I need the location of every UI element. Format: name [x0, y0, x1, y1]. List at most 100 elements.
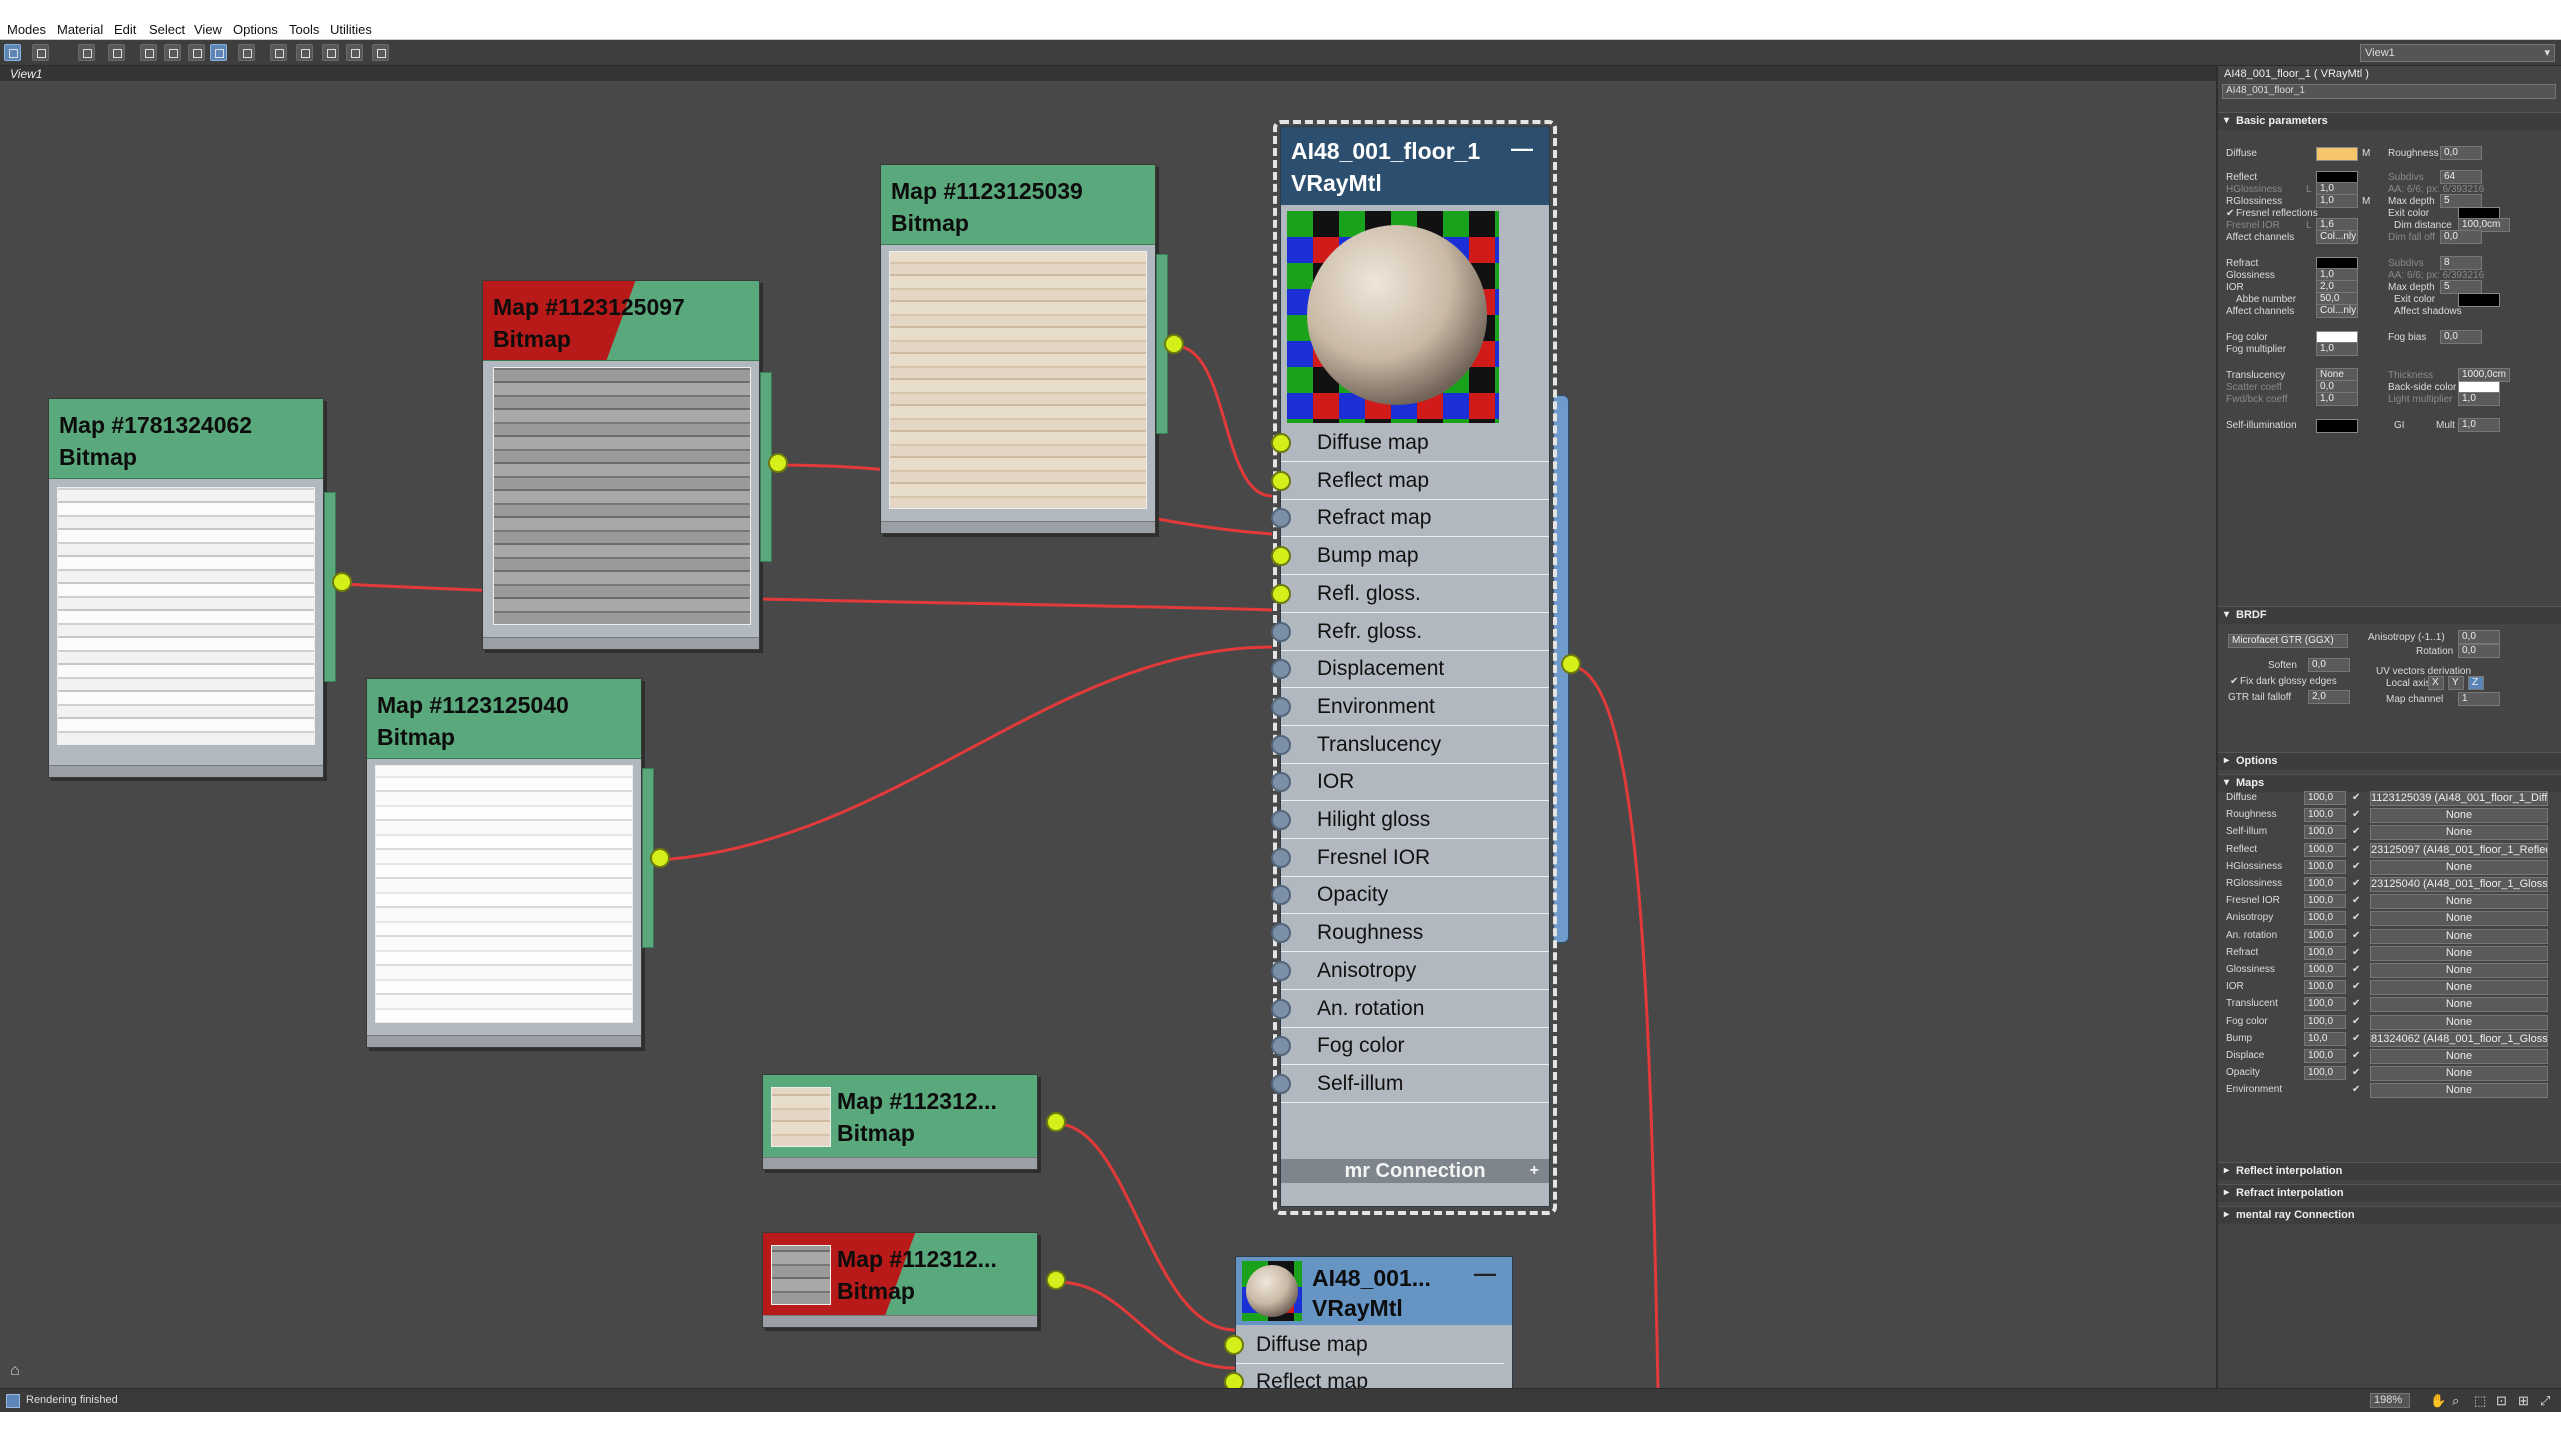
material-output-socket[interactable]	[1561, 654, 1581, 674]
node-canvas[interactable]: Map #1781324062 Bitmap Map #1123125097 Bit…	[0, 82, 2216, 1388]
slot-environment[interactable]: Environment	[1271, 689, 1549, 726]
map-enable-checkbox[interactable]: ✔	[2352, 947, 2360, 958]
material-header[interactable]: AI48_001_floor_1 VRayMtl —	[1281, 127, 1549, 205]
map-slot-button[interactable]: None	[2370, 894, 2548, 910]
refract-subdivs-spinner[interactable]: 8	[2440, 256, 2482, 270]
slot-opacity[interactable]: Opacity	[1271, 877, 1549, 915]
hide-unused-icon[interactable]	[296, 44, 313, 61]
menu-select[interactable]: Select	[149, 22, 185, 37]
slot-reflect-map[interactable]: Reflect map	[1224, 1364, 1504, 1388]
view-tab[interactable]: View1	[0, 66, 2216, 82]
map-amount-spinner[interactable]: 100,0	[2304, 945, 2346, 960]
anisotropy-spinner[interactable]: 0,0	[2458, 630, 2500, 644]
input-socket[interactable]	[1271, 923, 1291, 944]
refract-exit-color-swatch[interactable]	[2458, 293, 2500, 307]
map-amount-spinner[interactable]: 100,0	[2304, 825, 2346, 840]
material-id-icon[interactable]	[238, 44, 255, 61]
map-slot-button[interactable]: None	[2370, 1014, 2548, 1030]
map-slot-button[interactable]: 81324062 (AI48_001_floor_1_Glossir	[2370, 1031, 2548, 1047]
gtr-spinner[interactable]: 2,0	[2308, 690, 2350, 704]
rglossiness-spinner[interactable]: 1,0	[2316, 194, 2358, 208]
move-children-icon[interactable]	[270, 44, 287, 61]
basic-parameters-rollout[interactable]: Basic parameters	[2218, 112, 2561, 130]
map-slot-button[interactable]: None	[2370, 825, 2548, 841]
minimize-icon[interactable]: —	[1511, 133, 1533, 165]
slot-ior[interactable]: IOR	[1271, 764, 1549, 802]
map-enable-checkbox[interactable]: ✔	[2352, 998, 2360, 1009]
material-name-field[interactable]: AI48_001_floor_1	[2222, 84, 2556, 99]
input-socket[interactable]	[1271, 696, 1291, 717]
map-slot-button[interactable]: None	[2370, 945, 2548, 961]
pick-tool-icon[interactable]	[372, 44, 389, 61]
bitmap-node-1781324062[interactable]: Map #1781324062 Bitmap	[48, 398, 324, 778]
map-slot-button[interactable]: None	[2370, 928, 2548, 944]
map-amount-spinner[interactable]: 100,0	[2304, 980, 2346, 995]
map-enable-checkbox[interactable]: ✔	[2352, 895, 2360, 906]
output-socket[interactable]	[1164, 334, 1184, 354]
map-enable-checkbox[interactable]: ✔	[2352, 1067, 2360, 1078]
show-map-icon[interactable]	[188, 44, 205, 61]
fog-multiplier-spinner[interactable]: 1,0	[2316, 342, 2358, 356]
input-socket[interactable]	[1271, 772, 1291, 793]
map-enable-checkbox[interactable]: ✔	[2352, 1050, 2360, 1061]
bitmap-node-small-1[interactable]: Map #112312... Bitmap	[762, 1074, 1038, 1170]
brdf-rollout[interactable]: BRDF	[2218, 606, 2561, 624]
bitmap-node-1123125040[interactable]: Map #1123125040 Bitmap	[366, 678, 642, 1048]
map-enable-checkbox[interactable]: ✔	[2352, 826, 2360, 837]
input-socket[interactable]	[1271, 960, 1291, 981]
slot-fog-color[interactable]: Fog color	[1271, 1028, 1549, 1066]
mult-spinner[interactable]: 1,0	[2458, 418, 2500, 432]
axis-y-button[interactable]: Y	[2448, 676, 2464, 690]
axis-z-button[interactable]: Z	[2468, 676, 2484, 690]
map-amount-spinner[interactable]: 100,0	[2304, 963, 2346, 977]
input-socket[interactable]	[1271, 1036, 1291, 1057]
output-socket[interactable]	[332, 572, 352, 592]
reflect-interpolation-rollout[interactable]: Reflect interpolation	[2218, 1162, 2561, 1180]
map-enable-checkbox[interactable]: ✔	[2352, 1033, 2360, 1044]
menu-material[interactable]: Material	[57, 22, 103, 37]
slot-diffuse-map[interactable]: Diffuse map	[1271, 425, 1549, 462]
affect-channels-dropdown[interactable]: Col...nly	[2316, 230, 2358, 244]
eyedropper-icon[interactable]	[32, 44, 49, 61]
slot-reflect-map[interactable]: Reflect map	[1271, 463, 1549, 500]
layout-children-icon[interactable]	[164, 44, 181, 61]
input-socket[interactable]	[1271, 734, 1291, 755]
pan-icon[interactable]: ✋	[2430, 1393, 2446, 1409]
map-enable-checkbox[interactable]: ✔	[2352, 861, 2360, 872]
map-slot-button[interactable]: None	[2370, 1049, 2548, 1064]
input-socket[interactable]	[1271, 470, 1291, 491]
slot-refract-map[interactable]: Refract map	[1271, 500, 1549, 538]
show-background-icon[interactable]	[210, 44, 227, 61]
menu-tools[interactable]: Tools	[289, 22, 319, 37]
axis-x-button[interactable]: X	[2428, 676, 2444, 690]
fix-dark-checkbox[interactable]: ✔	[2230, 676, 2238, 687]
zoom-region-icon[interactable]: ⬚	[2474, 1393, 2486, 1409]
self-illum-swatch[interactable]	[2316, 419, 2358, 433]
select-by-material-icon[interactable]	[346, 44, 363, 61]
map-slot-button[interactable]: None	[2370, 997, 2548, 1013]
thickness-spinner[interactable]: 1000,0cm	[2458, 368, 2510, 382]
layout-all-icon[interactable]	[322, 44, 339, 61]
refract-interpolation-rollout[interactable]: Refract interpolation	[2218, 1184, 2561, 1202]
vraymtl-node-second[interactable]: AI48_001... VRayMtl — Diffuse map Reflec…	[1224, 1256, 1513, 1388]
menu-modes[interactable]: Modes	[7, 22, 46, 37]
node-header[interactable]: Map #1123125039 Bitmap	[881, 165, 1155, 245]
map-slot-button[interactable]: 23125097 (AI48_001_floor_1_Reflect	[2370, 842, 2548, 858]
map-enable-checkbox[interactable]: ✔	[2352, 792, 2360, 803]
fog-bias-spinner[interactable]: 0,0	[2440, 330, 2482, 344]
map-slot-button[interactable]: None	[2370, 911, 2548, 927]
max-depth-spinner[interactable]: 5	[2440, 194, 2482, 208]
fresnel-checkbox[interactable]: ✔	[2226, 208, 2234, 219]
map-slot-button[interactable]: None	[2370, 808, 2548, 824]
zoom-field[interactable]: 198%	[2370, 1393, 2410, 1408]
options-rollout[interactable]: Options	[2218, 752, 2561, 770]
output-socket[interactable]	[768, 453, 788, 473]
material-header[interactable]: AI48_001... VRayMtl —	[1236, 1257, 1512, 1325]
mr-connection-rollout[interactable]: mr Connection +	[1281, 1159, 1549, 1183]
map-amount-spinner[interactable]: 100,0	[2304, 859, 2346, 874]
slot-displacement[interactable]: Displacement	[1271, 651, 1549, 689]
zoom-extents-icon[interactable]: ⊡	[2496, 1393, 2507, 1409]
map-slot-button[interactable]: None	[2370, 1066, 2548, 1082]
input-socket[interactable]	[1271, 885, 1291, 906]
refract-max-depth-spinner[interactable]: 5	[2440, 280, 2482, 294]
